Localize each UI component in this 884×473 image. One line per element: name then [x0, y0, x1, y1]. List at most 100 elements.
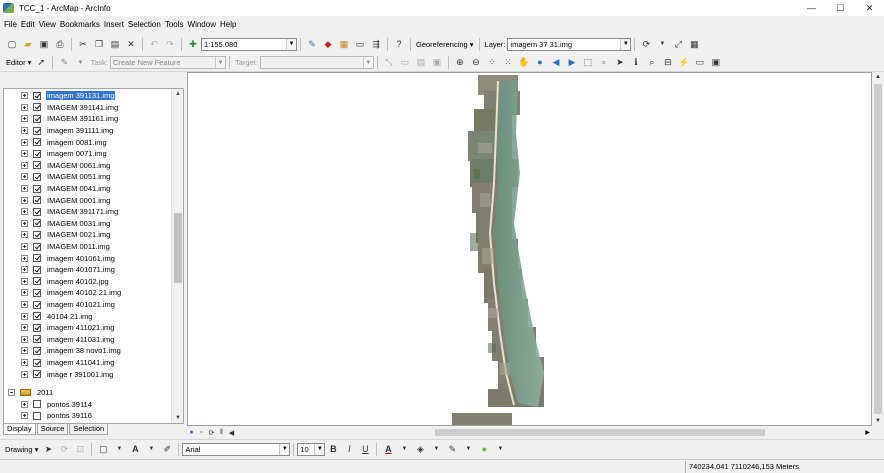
layer-row[interactable]: imagem 411021.img — [4, 322, 115, 334]
layer-name[interactable]: IMAGEM 0021.img — [46, 230, 111, 239]
layer-visibility-checkbox[interactable] — [33, 149, 41, 158]
clear-selection-icon[interactable]: ▫ — [598, 57, 610, 69]
rotate-icon[interactable]: ⟳ — [640, 38, 652, 50]
layer-name[interactable]: imagem 401071.img — [46, 265, 116, 274]
layer-row[interactable]: imagem 38 novo1.img — [4, 345, 122, 357]
layout-view-icon[interactable]: ▫ — [197, 428, 206, 437]
new-document-icon[interactable]: ▢ — [6, 38, 18, 50]
layer-row[interactable]: imagem 0071.img — [4, 148, 108, 160]
line-color-icon[interactable]: ✎ — [446, 443, 458, 455]
layer-visibility-checkbox[interactable] — [33, 312, 41, 321]
font-size-combo[interactable]: 10 ▼ — [297, 442, 326, 456]
layer-row[interactable]: IMAGEM 0021.img — [4, 229, 111, 241]
scroll-left-icon[interactable]: ◀ — [227, 428, 236, 437]
expand-icon[interactable] — [21, 208, 28, 216]
chevron-down-icon[interactable]: ▼ — [462, 443, 474, 455]
select-elements-icon[interactable]: ➤ — [42, 443, 54, 455]
layer-row[interactable]: IMAGEM 391171.img — [4, 206, 119, 218]
layer-row[interactable]: imagem 40102.jpg — [4, 276, 110, 288]
text-tool-icon[interactable]: A — [129, 443, 141, 455]
chevron-down-icon[interactable]: ▼ — [74, 57, 86, 69]
expand-icon[interactable] — [21, 127, 28, 135]
layer-name[interactable]: 2011 — [36, 388, 54, 397]
model-builder-icon[interactable]: ⇶ — [370, 38, 382, 50]
tab-display[interactable]: Display — [3, 424, 36, 435]
save-icon[interactable]: ▣ — [38, 38, 50, 50]
layer-row[interactable]: imagem 401071.img — [4, 264, 116, 276]
editor-toolbar-icon[interactable]: ✎ — [306, 38, 318, 50]
close-button[interactable]: ✕ — [855, 0, 884, 16]
expand-icon[interactable] — [21, 412, 28, 420]
layer-visibility-checkbox[interactable] — [33, 196, 41, 205]
layer-visibility-checkbox[interactable] — [33, 323, 41, 332]
target-combo[interactable]: ▼ — [259, 56, 374, 69]
chevron-down-icon[interactable]: ▼ — [620, 38, 631, 50]
expand-icon[interactable] — [21, 359, 28, 367]
chevron-down-icon[interactable]: ▼ — [145, 443, 157, 455]
map-scale-combo[interactable]: 1:155.080 ▼ — [201, 37, 297, 51]
arccatalog-icon[interactable]: ▦ — [338, 38, 350, 50]
data-view-icon[interactable]: ● — [187, 428, 196, 437]
layer-name[interactable]: IMAGEM 0061.img — [46, 161, 111, 170]
expand-icon[interactable] — [21, 266, 28, 274]
expand-icon[interactable] — [21, 103, 28, 111]
html-popup-icon[interactable]: ▭ — [694, 57, 706, 69]
layer-name[interactable]: pontos 39116 — [46, 411, 93, 420]
layer-visibility-checkbox[interactable] — [33, 411, 41, 420]
layer-row[interactable]: imagem 0081.img — [4, 136, 108, 148]
collapse-icon[interactable] — [8, 389, 15, 397]
layer-visibility-checkbox[interactable] — [33, 91, 41, 100]
layer-name[interactable]: imagem 0081.img — [46, 138, 108, 147]
layer-name[interactable]: IMAGEM 0041.img — [46, 184, 111, 193]
expand-icon[interactable] — [21, 324, 28, 332]
marker-color-icon[interactable]: ● — [478, 443, 490, 455]
layer-name[interactable]: IMAGEM 0001.img — [46, 196, 111, 205]
layer-visibility-checkbox[interactable] — [33, 277, 41, 286]
expand-icon[interactable] — [21, 347, 28, 355]
edit-pointer-icon[interactable]: ➚ — [35, 57, 47, 69]
rotate-tool-icon[interactable]: ▭ — [399, 57, 411, 69]
rotate-element-icon[interactable]: ⟳ — [58, 443, 70, 455]
font-color-icon[interactable]: A — [382, 443, 394, 455]
full-extent-icon[interactable]: ● — [534, 57, 546, 69]
layer-name[interactable]: 40104 21.img — [46, 312, 93, 321]
map-vertical-scrollbar[interactable]: ▲ ▼ — [872, 72, 884, 426]
layer-name[interactable]: imagem 391131.img — [46, 91, 116, 101]
undo-icon[interactable]: ↶ — [148, 38, 160, 50]
georeferencing-menu[interactable]: Georeferencing ▾ — [416, 40, 474, 49]
arctoolbox-icon[interactable]: ◆ — [322, 38, 334, 50]
layer-name[interactable]: IMAGEM 391161.img — [46, 114, 119, 123]
add-control-points-icon[interactable]: ⤢ — [672, 38, 684, 50]
italic-button[interactable]: I — [343, 443, 355, 455]
expand-icon[interactable] — [21, 219, 28, 227]
scroll-thumb[interactable] — [874, 84, 882, 414]
chevron-down-icon[interactable]: ▼ — [430, 443, 442, 455]
layer-visibility-checkbox[interactable] — [33, 346, 41, 355]
print-icon[interactable]: ⎙ — [54, 38, 66, 50]
layer-name[interactable]: imagem 411031.img — [46, 335, 115, 344]
expand-icon[interactable] — [21, 115, 28, 123]
redo-icon[interactable]: ↷ — [164, 38, 176, 50]
identify-icon[interactable]: ℹ — [630, 57, 642, 69]
chevron-down-icon[interactable]: ▼ — [279, 443, 290, 455]
layer-visibility-checkbox[interactable] — [33, 161, 41, 170]
layer-name[interactable]: imagem 40102 21.img — [46, 288, 122, 297]
layer-visibility-checkbox[interactable] — [33, 265, 41, 274]
expand-icon[interactable] — [21, 185, 28, 193]
menu-tools[interactable]: Tools — [165, 20, 184, 29]
chevron-down-icon[interactable]: ▼ — [314, 443, 325, 455]
layer-visibility-checkbox[interactable] — [33, 230, 41, 239]
editor-menu[interactable]: Editor ▾ — [6, 58, 31, 67]
expand-icon[interactable] — [21, 335, 28, 343]
layer-name[interactable]: imagem 411041.img — [46, 358, 115, 367]
layer-row[interactable]: image r 391001.img — [4, 368, 114, 380]
horizontal-scroll-thumb[interactable] — [435, 429, 765, 436]
layer-visibility-checkbox[interactable] — [33, 138, 41, 147]
expand-icon[interactable] — [21, 277, 28, 285]
layer-visibility-checkbox[interactable] — [33, 184, 41, 193]
layer-row[interactable]: IMAGEM 0001.img — [4, 194, 111, 206]
sketch-properties-icon[interactable]: ▣ — [431, 57, 443, 69]
layer-visibility-checkbox[interactable] — [33, 207, 41, 216]
command-line-icon[interactable]: ▭ — [354, 38, 366, 50]
chevron-down-icon[interactable]: ▼ — [656, 38, 668, 50]
